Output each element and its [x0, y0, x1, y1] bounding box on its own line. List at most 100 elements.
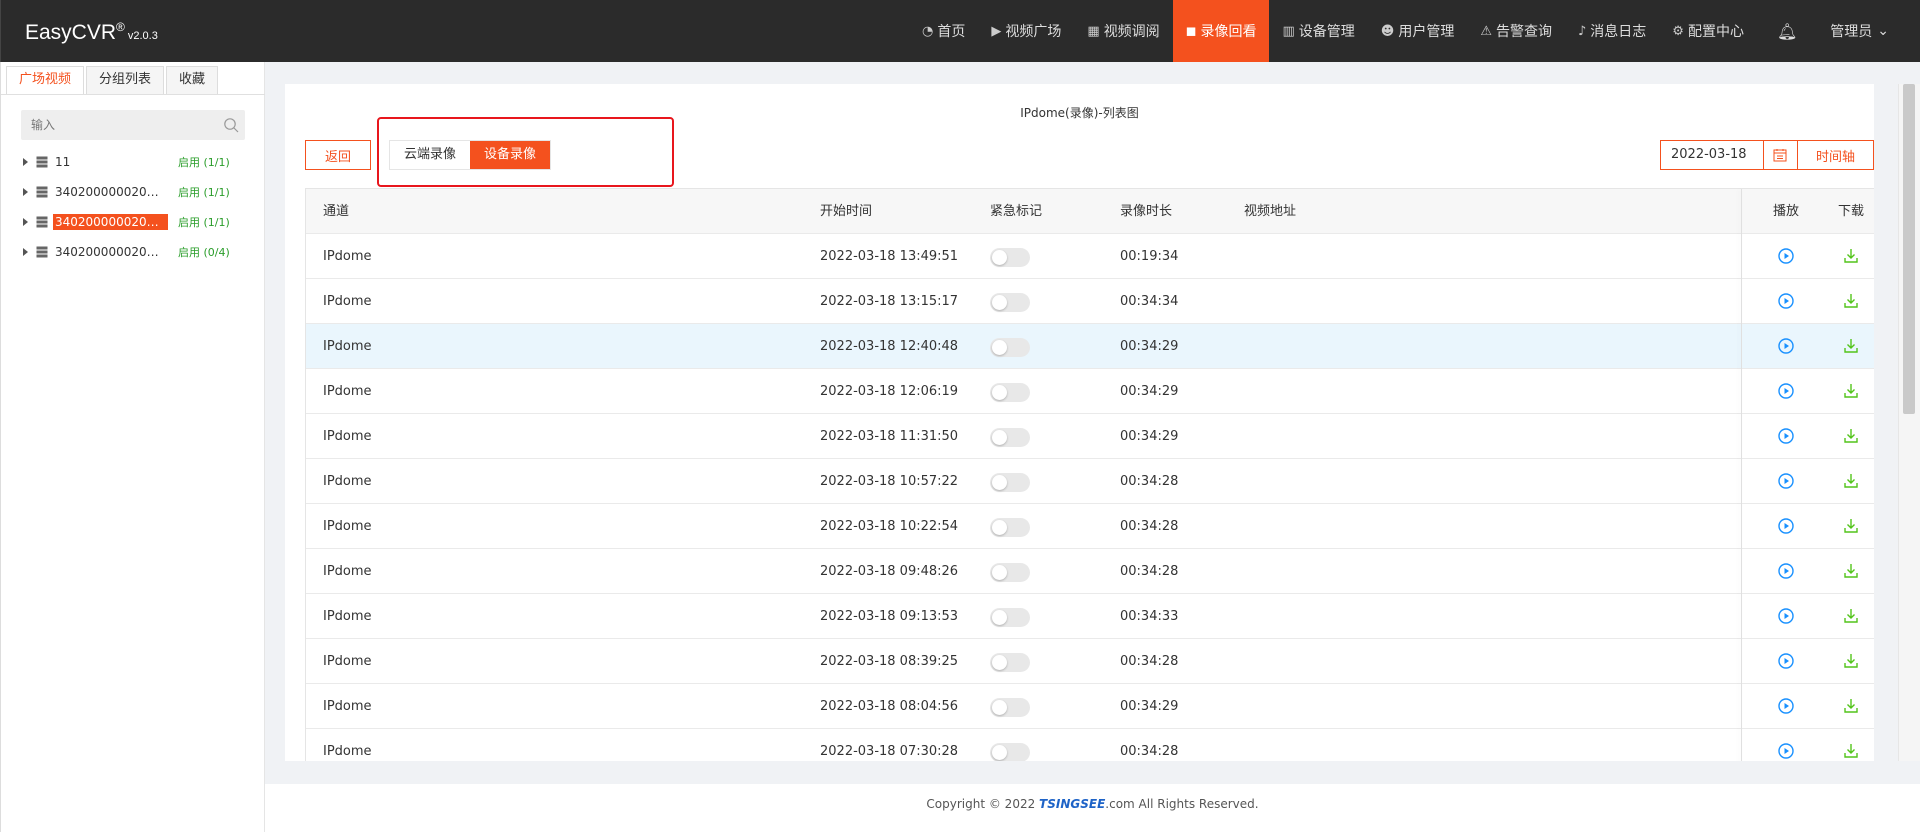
play-icon[interactable] [1777, 337, 1795, 355]
device-server-icon [36, 186, 48, 198]
sidebar-tab-0[interactable]: 广场视频 [6, 66, 85, 94]
emergency-toggle[interactable] [990, 563, 1030, 582]
sidebar-tab-2[interactable]: 收藏 [166, 66, 219, 94]
calendar-button[interactable] [1763, 140, 1798, 170]
fixed-column-divider [1741, 189, 1742, 761]
table-row[interactable]: IPdome 2022-03-18 08:39:25 00:34:28 [306, 639, 1874, 684]
nav-item-label: 消息日志 [1590, 24, 1647, 40]
grid-icon: ▦ [1087, 23, 1100, 39]
emergency-toggle[interactable] [990, 248, 1030, 267]
caret-right-icon[interactable] [23, 158, 28, 166]
play-icon[interactable] [1777, 427, 1795, 445]
sidebar-tab-1[interactable]: 分组列表 [86, 66, 165, 94]
search-input[interactable] [21, 110, 211, 140]
play-icon[interactable] [1777, 472, 1795, 490]
emergency-toggle[interactable] [990, 383, 1030, 402]
download-icon[interactable] [1842, 337, 1860, 355]
download-icon[interactable] [1842, 742, 1860, 760]
footer-brand[interactable]: TSINGSEE [1039, 797, 1105, 811]
nav-item-0[interactable]: ◔ 首页 [909, 0, 978, 62]
tree-node[interactable]: 34020000002000... 启用 (1/1) [21, 211, 251, 233]
cell-channel: IPdome [323, 654, 372, 669]
nav-item-4[interactable]: ▥ 设备管理 [1269, 0, 1367, 62]
table-row[interactable]: IPdome 2022-03-18 09:13:53 00:34:33 [306, 594, 1874, 639]
app-reg-mark: ® [116, 20, 125, 34]
download-icon[interactable] [1842, 247, 1860, 265]
tree-node-label: 11 [55, 155, 71, 169]
cell-channel: IPdome [323, 249, 372, 264]
cell-start-time: 2022-03-18 08:04:56 [820, 699, 959, 714]
play-circle-icon: ▶ [991, 23, 1002, 39]
app-logo[interactable]: EasyCVR®v2.0.3 [25, 20, 158, 45]
play-icon[interactable] [1777, 607, 1795, 625]
cell-channel: IPdome [323, 699, 372, 714]
admin-menu[interactable]: 管理员 ⌄ [1817, 0, 1902, 62]
emergency-toggle[interactable] [990, 608, 1030, 627]
table-row[interactable]: IPdome 2022-03-18 13:15:17 00:34:34 [306, 279, 1874, 324]
table-row[interactable]: IPdome 2022-03-18 10:57:22 00:34:28 [306, 459, 1874, 504]
play-icon[interactable] [1777, 742, 1795, 760]
table-row[interactable]: IPdome 2022-03-18 10:22:54 00:34:28 [306, 504, 1874, 549]
table-row[interactable]: IPdome 2022-03-18 09:48:26 00:34:28 [306, 549, 1874, 594]
play-icon[interactable] [1777, 652, 1795, 670]
nav-item-7[interactable]: ♪ 消息日志 [1565, 0, 1659, 62]
notifications-button[interactable]: 🔔︎ [1757, 0, 1817, 62]
nav-item-6[interactable]: ⚠ 告警查询 [1467, 0, 1565, 62]
download-icon[interactable] [1842, 607, 1860, 625]
alarm-light-icon: ⚠ [1480, 23, 1492, 39]
scrollbar-thumb[interactable] [1903, 84, 1915, 414]
table-row[interactable]: IPdome 2022-03-18 08:04:56 00:34:29 [306, 684, 1874, 729]
date-input[interactable]: 2022-03-18 [1660, 140, 1764, 170]
emergency-toggle[interactable] [990, 473, 1030, 492]
emergency-toggle[interactable] [990, 653, 1030, 672]
search-icon[interactable] [223, 117, 239, 133]
emergency-toggle[interactable] [990, 293, 1030, 312]
play-icon[interactable] [1777, 697, 1795, 715]
download-icon[interactable] [1842, 472, 1860, 490]
emergency-toggle[interactable] [990, 743, 1030, 761]
download-icon[interactable] [1842, 517, 1860, 535]
table-row[interactable]: IPdome 2022-03-18 13:49:51 00:19:34 [306, 234, 1874, 279]
download-icon[interactable] [1842, 652, 1860, 670]
nav-item-3[interactable]: ◼ 录像回看 [1172, 0, 1270, 62]
play-icon[interactable] [1777, 517, 1795, 535]
nav-item-1[interactable]: ▶ 视频广场 [978, 0, 1074, 62]
play-icon[interactable] [1777, 247, 1795, 265]
nav-item-label: 用户管理 [1398, 24, 1455, 40]
timeline-button[interactable]: 时间轴 [1797, 140, 1874, 170]
emergency-toggle[interactable] [990, 518, 1030, 537]
table-row[interactable]: IPdome 2022-03-18 12:40:48 00:34:29 [306, 324, 1874, 369]
nav-item-8[interactable]: ⚙ 配置中心 [1659, 0, 1757, 62]
chevron-down-icon: ⌄ [1877, 23, 1889, 39]
play-icon[interactable] [1777, 292, 1795, 310]
col-start-time: 开始时间 [820, 204, 873, 219]
download-icon[interactable] [1842, 292, 1860, 310]
caret-right-icon[interactable] [23, 188, 28, 196]
play-icon[interactable] [1777, 382, 1795, 400]
table-row[interactable]: IPdome 2022-03-18 12:06:19 00:34:29 [306, 369, 1874, 414]
cell-start-time: 2022-03-18 13:49:51 [820, 249, 959, 264]
emergency-toggle[interactable] [990, 338, 1030, 357]
page-scrollbar[interactable] [1898, 84, 1920, 761]
emergency-toggle[interactable] [990, 428, 1030, 447]
emergency-toggle[interactable] [990, 698, 1030, 717]
tree-node[interactable]: 34020000002000... 启用 (1/1) [21, 181, 251, 203]
caret-right-icon[interactable] [23, 218, 28, 226]
play-icon[interactable] [1777, 562, 1795, 580]
tree-node[interactable]: 11 启用 (1/1) [21, 151, 251, 173]
table-row[interactable]: IPdome 2022-03-18 07:30:28 00:34:28 [306, 729, 1874, 761]
cell-duration: 00:34:29 [1120, 384, 1179, 399]
table-row[interactable]: IPdome 2022-03-18 11:31:50 00:34:29 [306, 414, 1874, 459]
download-icon[interactable] [1842, 562, 1860, 580]
download-icon[interactable] [1842, 382, 1860, 400]
caret-right-icon[interactable] [23, 248, 28, 256]
nav-item-2[interactable]: ▦ 视频调阅 [1074, 0, 1172, 62]
tree-node[interactable]: 34020000002000... 启用 (0/4) [21, 241, 251, 263]
nav-item-5[interactable]: ☻ 用户管理 [1368, 0, 1468, 62]
cell-duration: 00:34:33 [1120, 609, 1179, 624]
download-icon[interactable] [1842, 427, 1860, 445]
sidebar-tabs: 广场视频 分组列表 收藏 [6, 66, 220, 94]
footer-suffix: .com All Rights Reserved. [1105, 797, 1259, 811]
download-icon[interactable] [1842, 697, 1860, 715]
back-button[interactable]: 返回 [305, 140, 371, 170]
